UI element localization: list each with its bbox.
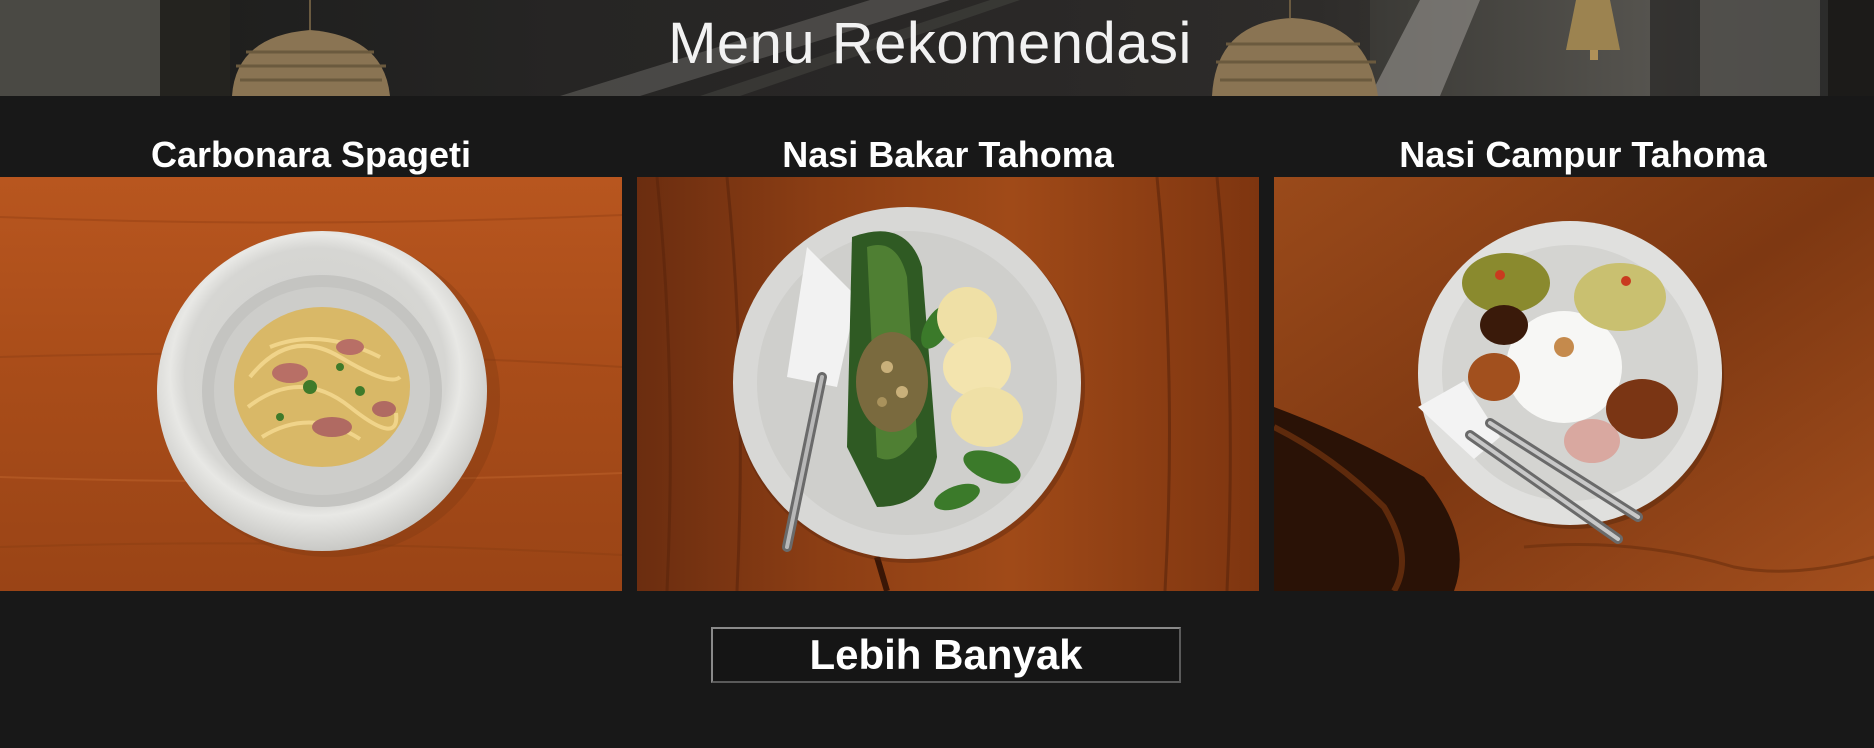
menu-item-title-nasi-campur: Nasi Campur Tahoma — [1399, 134, 1767, 175]
menu-item-title-nasi-bakar: Nasi Bakar Tahoma — [782, 134, 1114, 175]
menu-item-photo-nasi-campur[interactable] — [1274, 177, 1874, 591]
carbonara-spaghetti-photo — [0, 177, 622, 591]
page: Menu Rekomendasi Carbonara Spageti Nasi … — [0, 0, 1874, 748]
menu-item-photo-carbonara[interactable] — [0, 177, 622, 591]
menu-item-title-carbonara: Carbonara Spageti — [150, 134, 472, 175]
more-menu-button[interactable]: Lebih Banyak — [711, 627, 1181, 683]
nasi-bakar-photo — [637, 177, 1259, 591]
page-title: Menu Rekomendasi — [668, 11, 1192, 76]
nasi-campur-photo — [1274, 177, 1874, 591]
header-banner: Menu Rekomendasi — [0, 0, 1874, 96]
menu-item-photo-nasi-bakar[interactable] — [637, 177, 1259, 591]
